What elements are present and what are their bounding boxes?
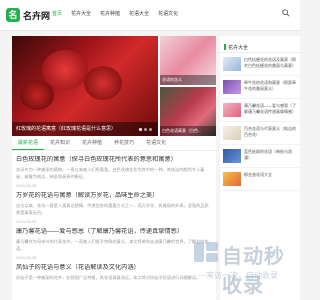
article-title[interactable]: 康乃馨花语——爱与感恩（了解康乃馨花语，传递真挚情感）	[16, 228, 212, 236]
main-content: 红玫瑰的花语寓意（红玫瑰花语是什么意思） 花语的含义 白色花语寓意（白色... …	[12, 36, 216, 300]
sidebar-item-label[interactable]: 郁金香花语大全	[244, 172, 272, 186]
main-nav: 首页 花卉大全 花卉种植 花语大全 花语文化	[52, 10, 178, 17]
sidebar-accent-bar	[224, 44, 226, 50]
sidebar-item-label[interactable]: 白色桔梗花的花语及寓意（探究白色桔梗花的美丽与寓意）	[244, 57, 297, 71]
nav-item-culture[interactable]: 花语文化	[158, 10, 178, 17]
hero-main-image[interactable]: 红玫瑰的花语寓意（红玫瑰花语是什么意思）	[12, 36, 158, 136]
sidebar-title: 花卉大全	[228, 44, 249, 51]
sidebar-thumbnail[interactable]	[223, 103, 241, 117]
sidebar-item-label[interactable]: 蓝色妖姬的花语（神秘与浪漫）	[244, 149, 297, 163]
article-title[interactable]: 万岁花的花语与寓意（解读万岁花，品味生命之美）	[16, 192, 212, 200]
carousel-dots[interactable]	[139, 128, 152, 131]
sidebar-item[interactable]: 康乃馨花语——爱与感恩（了解康乃馨花语传递真挚情感）	[220, 99, 300, 122]
watermark: 自动秒收录 —来访一次，自动收录	[192, 238, 300, 297]
tab-planting[interactable]: 花卉种植	[76, 136, 108, 150]
hero-side-caption-1: 花语的含义	[160, 75, 216, 85]
sidebar-thumbnail[interactable]	[223, 172, 241, 186]
tab-culture[interactable]: 花语文化	[140, 136, 172, 150]
sidebar-thumbnail[interactable]	[223, 126, 241, 140]
watermark-logo-icon	[194, 242, 218, 262]
sidebar-thumbnail[interactable]	[223, 149, 241, 163]
nav-item-home[interactable]: 首页	[52, 10, 62, 17]
sidebar-thumbnail[interactable]	[223, 80, 241, 94]
nav-item-planting[interactable]: 花卉种植	[100, 10, 120, 17]
sidebar-item[interactable]: 蓝色妖姬的花语（神秘与浪漫）	[220, 145, 300, 168]
list-item[interactable]: 万岁花的花语与寓意（解读万岁花，品味生命之美） 自古以来，花朵一直是人类表达感情…	[12, 192, 216, 224]
logo-text: 名卉网	[23, 10, 51, 21]
sidebar-item[interactable]: 百合花语与代表意义（纯洁的百合花）	[220, 122, 300, 145]
top-bar: 名 名卉网 首页 花卉大全 花卉种植 花语大全 花语文化	[0, 0, 300, 31]
hero-carousel: 红玫瑰的花语寓意（红玫瑰花语是什么意思） 花语的含义 白色花语寓意（白色...	[12, 36, 216, 136]
hero-side-image-1[interactable]: 花语的含义	[160, 36, 216, 85]
article-excerpt: 康乃馨作为母亲节的代表花卉，一直被人们赋予特殊的意义，本文将带你走进康乃馨的世界…	[16, 239, 209, 251]
article-date: 2024-05-08	[16, 219, 37, 224]
watermark-text: 自动秒收录	[222, 246, 285, 297]
nav-item-flower-language[interactable]: 花语大全	[129, 10, 149, 17]
sidebar-thumbnail[interactable]	[223, 57, 241, 71]
sidebar-header: 花卉大全	[220, 36, 300, 53]
list-item[interactable]: 白色玫瑰花的寓意（探寻白色玫瑰花所代表的意思和寓意） 花朵作为一种美丽的植物，一…	[12, 156, 216, 188]
hero-main-caption: 红玫瑰的花语寓意（红玫瑰花语是什么意思）	[12, 122, 158, 136]
search-icon[interactable]	[282, 9, 290, 17]
article-title[interactable]: 凤仙子的花语与意义（花语解读及文化内涵）	[16, 264, 212, 272]
article-excerpt: 凤仙子是一种美丽的花卉，在我国广泛种植，其花语寓意深远，本文将对凤仙子花语进行详…	[16, 275, 201, 280]
article-date: 2024-05-08	[16, 255, 37, 260]
sidebar-item[interactable]: 白色桔梗花的花语及寓意（探究白色桔梗花的美丽与寓意）	[220, 53, 300, 76]
sidebar-item-label[interactable]: 百合花语与代表意义（纯洁的百合花）	[244, 126, 297, 140]
article-tabs: 最新花语 花卉知识 花卉种植 养花技巧 花语文化	[12, 136, 216, 151]
nav-item-flowers[interactable]: 花卉大全	[71, 10, 91, 17]
logo-mark: 名	[6, 8, 20, 22]
article-title[interactable]: 白色玫瑰花的寓意（探寻白色玫瑰花所代表的意思和寓意）	[16, 156, 212, 164]
list-item[interactable]: 康乃馨花语——爱与感恩（了解康乃馨花语，传递真挚情感） 康乃馨作为母亲节的代表花…	[12, 228, 216, 260]
tab-tips[interactable]: 养花技巧	[108, 136, 140, 150]
site-logo[interactable]: 名 名卉网	[6, 7, 50, 23]
article-date: 2024-05-08	[16, 183, 37, 188]
hero-side-image-2[interactable]: 白色花语寓意（白色...	[160, 87, 216, 136]
sidebar-item-label[interactable]: 牵牛花的花语和寓意（探索牵牛花的美丽意义）	[244, 80, 297, 94]
article-excerpt: 自古以来，花朵一直是人类表达感情、传递信息的重要方式之一，而万岁花，其美丽的外表…	[16, 203, 209, 215]
tab-knowledge[interactable]: 花卉知识	[44, 136, 76, 150]
article-excerpt: 花朵作为一种美丽的植物，一直以来被人们所喜爱。白色玫瑰花作为其中的一种，其纯洁的…	[16, 167, 205, 179]
hero-side-caption-2: 白色花语寓意（白色...	[160, 126, 216, 136]
tab-latest[interactable]: 最新花语	[12, 136, 45, 150]
list-item[interactable]: 凤仙子的花语与意义（花语解读及文化内涵） 凤仙子是一种美丽的花卉，在我国广泛种植…	[12, 264, 216, 288]
sidebar-item[interactable]: 牵牛花的花语和寓意（探索牵牛花的美丽意义）	[220, 76, 300, 99]
watermark-subtext: —来访一次，自动收录	[198, 271, 278, 280]
sidebar-item[interactable]: 郁金香花语大全	[220, 168, 300, 191]
sidebar-item-label[interactable]: 康乃馨花语——爱与感恩（了解康乃馨花语传递真挚情感）	[244, 103, 297, 117]
